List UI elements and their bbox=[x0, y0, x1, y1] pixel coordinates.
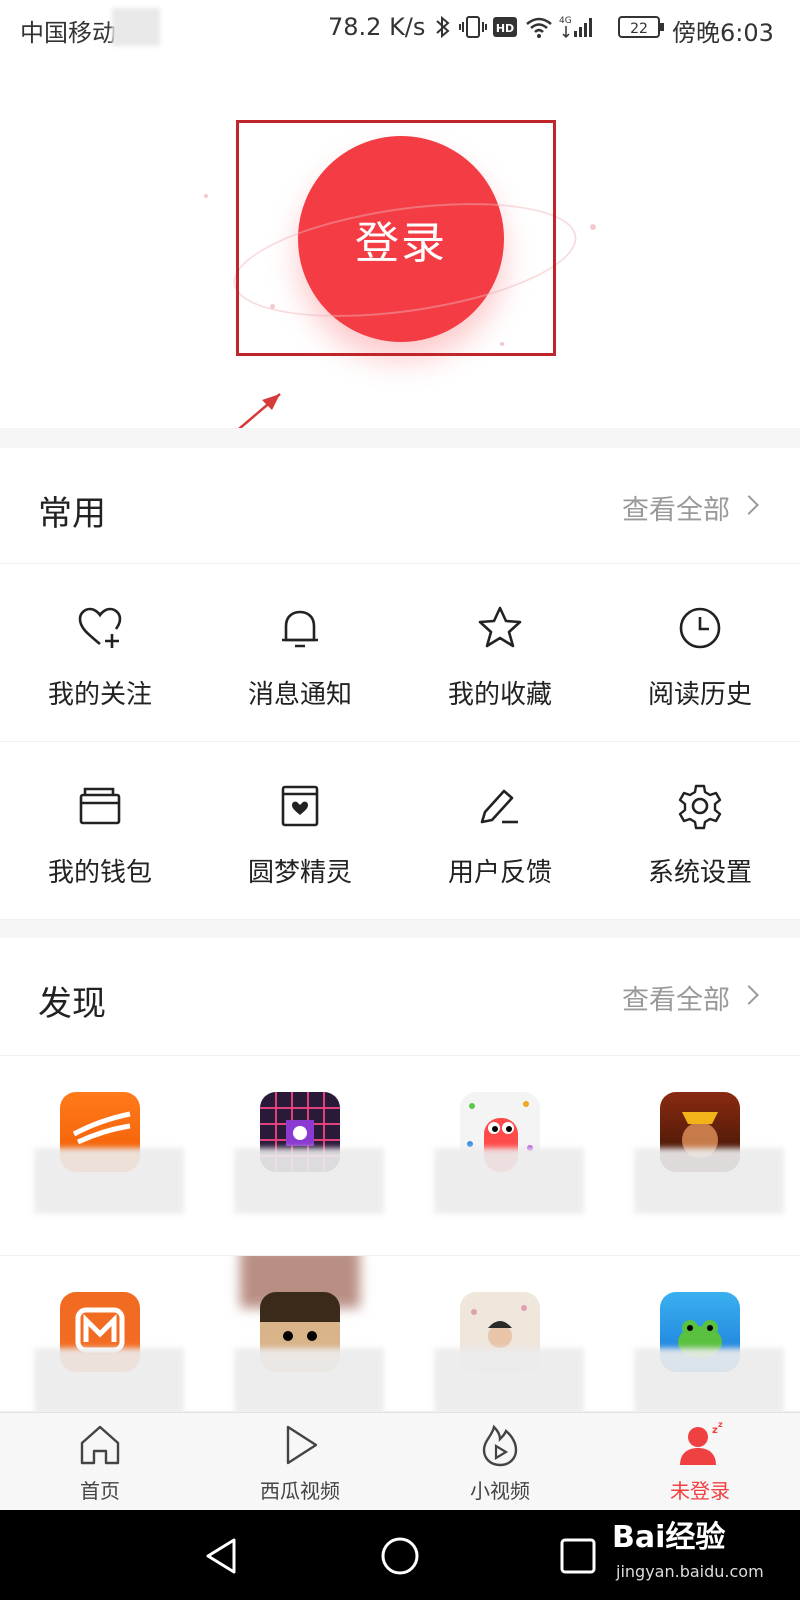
common-section-header: 常用 查看全部 bbox=[0, 448, 800, 564]
app-item[interactable] bbox=[0, 1056, 200, 1255]
blurred-label bbox=[634, 1348, 784, 1411]
discover-row-1 bbox=[0, 1056, 800, 1256]
grid-item-dream-sprite[interactable]: 圆梦精灵 bbox=[200, 742, 400, 920]
svg-text:HD: HD bbox=[496, 22, 514, 35]
user-icon: z z bbox=[680, 1421, 723, 1465]
play-icon bbox=[286, 1425, 318, 1465]
blurred-label bbox=[234, 1348, 384, 1411]
carrier-name: 中国移动 bbox=[20, 19, 116, 47]
network-speed: 78.2 K/s bbox=[328, 13, 426, 41]
blurred-label bbox=[34, 1348, 184, 1411]
svg-text:4G: 4G bbox=[559, 16, 572, 26]
grid-item-label: 消息通知 bbox=[247, 680, 352, 710]
common-title: 常用 bbox=[38, 494, 106, 534]
grid-item-label: 我的钱包 bbox=[47, 858, 152, 888]
blurred-label bbox=[634, 1148, 784, 1214]
common-view-all[interactable]: 查看全部 bbox=[622, 488, 730, 527]
common-row-1: 我的关注 消息通知 我的收藏 阅读历史 bbox=[0, 564, 800, 742]
annotation-highlight-box bbox=[236, 120, 556, 356]
recents-icon[interactable] bbox=[556, 1534, 600, 1578]
decor-dot bbox=[590, 224, 596, 230]
hd-icon: HD bbox=[492, 14, 518, 40]
app-item[interactable] bbox=[600, 1056, 800, 1255]
flame-play-icon bbox=[482, 1424, 518, 1467]
app-item[interactable] bbox=[600, 1256, 800, 1411]
gear-icon bbox=[678, 784, 722, 830]
grid-item-label: 用户反馈 bbox=[447, 858, 552, 888]
wallet-icon bbox=[79, 787, 121, 825]
chevron-right-icon bbox=[739, 495, 759, 515]
section-divider bbox=[0, 428, 800, 448]
clock-icon bbox=[679, 607, 721, 649]
tab-profile[interactable]: z z 未登录 bbox=[600, 1413, 800, 1511]
bell-icon bbox=[282, 610, 318, 648]
svg-text:z: z bbox=[718, 1421, 723, 1429]
svg-text:22: 22 bbox=[630, 21, 648, 37]
grid-item-label: 我的收藏 bbox=[447, 680, 552, 710]
status-bar: 中国移动 78.2 K/s HD 4G 22 傍晚6:03 bbox=[0, 0, 800, 56]
wifi-icon bbox=[524, 14, 554, 40]
discover-row-2 bbox=[0, 1256, 800, 1412]
grid-item-label: 阅读历史 bbox=[647, 680, 752, 710]
tab-xigua-video[interactable]: 西瓜视频 bbox=[200, 1413, 400, 1511]
app-item[interactable] bbox=[200, 1056, 400, 1255]
chevron-right-icon bbox=[739, 985, 759, 1005]
app-item[interactable] bbox=[400, 1256, 600, 1411]
star-icon bbox=[478, 606, 522, 648]
pencil-icon bbox=[480, 789, 518, 824]
grid-item-label: 我的关注 bbox=[47, 680, 152, 710]
4g-signal-icon: 4G bbox=[558, 14, 598, 40]
heart-box-icon bbox=[281, 785, 319, 827]
tab-label: 小视频 bbox=[470, 1479, 530, 1503]
back-icon[interactable] bbox=[200, 1534, 244, 1578]
bottom-tab-bar: 首页 西瓜视频 小视频 z z 未登录 bbox=[0, 1412, 800, 1510]
tab-label: 未登录 bbox=[670, 1479, 730, 1503]
grid-item-settings[interactable]: 系统设置 bbox=[600, 742, 800, 920]
bluetooth-icon bbox=[434, 14, 452, 40]
tab-label: 首页 bbox=[80, 1479, 120, 1503]
discover-section-header: 发现 查看全部 bbox=[0, 938, 800, 1056]
decor-dot bbox=[204, 194, 208, 198]
grid-item-follow[interactable]: 我的关注 bbox=[0, 564, 200, 742]
grid-item-feedback[interactable]: 用户反馈 bbox=[400, 742, 600, 920]
tab-label: 西瓜视频 bbox=[260, 1479, 340, 1503]
tab-home[interactable]: 首页 bbox=[0, 1413, 200, 1511]
blurred-label bbox=[34, 1148, 184, 1214]
discover-view-all[interactable]: 查看全部 bbox=[622, 978, 730, 1017]
common-row-2: 我的钱包 圆梦精灵 用户反馈 系统设置 bbox=[0, 742, 800, 920]
watermark-brand: Bai经验 bbox=[612, 1520, 726, 1555]
discover-title: 发现 bbox=[38, 984, 106, 1024]
grid-item-wallet[interactable]: 我的钱包 bbox=[0, 742, 200, 920]
battery-icon: 22 bbox=[618, 14, 666, 40]
home-nav-icon[interactable] bbox=[378, 1534, 422, 1578]
grid-item-notifications[interactable]: 消息通知 bbox=[200, 564, 400, 742]
carrier-blur bbox=[112, 8, 160, 46]
clock-time: 傍晚6:03 bbox=[672, 19, 774, 47]
tab-short-video[interactable]: 小视频 bbox=[400, 1413, 600, 1511]
heart-plus-icon bbox=[78, 607, 122, 648]
app-item[interactable] bbox=[200, 1256, 400, 1411]
app-item[interactable] bbox=[0, 1256, 200, 1411]
grid-item-label: 系统设置 bbox=[647, 858, 752, 888]
watermark-url: jingyan.baidu.com bbox=[616, 1562, 764, 1581]
app-item[interactable] bbox=[400, 1056, 600, 1255]
blurred-label bbox=[234, 1148, 384, 1214]
grid-item-history[interactable]: 阅读历史 bbox=[600, 564, 800, 742]
blurred-label bbox=[434, 1348, 584, 1411]
vibrate-icon bbox=[458, 14, 488, 40]
blurred-label bbox=[434, 1148, 584, 1214]
grid-item-label: 圆梦精灵 bbox=[247, 858, 352, 888]
login-hero: 登录 bbox=[0, 56, 800, 428]
grid-item-favorites[interactable]: 我的收藏 bbox=[400, 564, 600, 742]
home-icon bbox=[80, 1425, 120, 1465]
section-divider bbox=[0, 920, 800, 938]
